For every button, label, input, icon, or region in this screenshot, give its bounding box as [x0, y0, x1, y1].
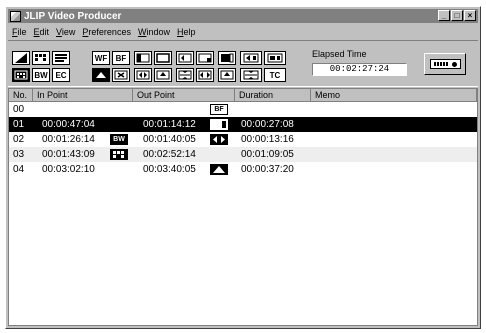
app-window: JLIP Video Producer _ □ × File Edit View…: [5, 6, 481, 329]
film-icon[interactable]: [12, 68, 30, 82]
effects-toolbar: WF BF BW EC TC Elapsed Time 00:02:27:24: [8, 40, 478, 87]
black-fade-tag: BF: [210, 104, 228, 115]
elapsed-time-label: Elapsed Time: [312, 49, 367, 59]
device-button[interactable]: [424, 53, 466, 75]
menu-file[interactable]: File: [12, 27, 27, 37]
scroll-icon[interactable]: [264, 51, 286, 65]
menu-view[interactable]: View: [56, 27, 75, 37]
menu-bar: File Edit View Preferences Window Help: [8, 25, 478, 39]
column-header-in-point[interactable]: In Point: [33, 89, 133, 102]
row-number: 04: [13, 164, 25, 175]
sepia-effect-icon: [210, 164, 228, 175]
duration: 00:00:13:16: [241, 134, 294, 145]
duration: 00:01:09:05: [241, 149, 294, 160]
in-point: 00:03:02:10: [42, 164, 95, 175]
mosaic-effect-icon: [110, 149, 128, 160]
elapsed-time-value: 00:02:27:24: [312, 63, 407, 76]
out-point: 00:02:52:14: [143, 149, 196, 160]
slide-up-icon[interactable]: [218, 68, 236, 82]
menu-edit[interactable]: Edit: [34, 27, 50, 37]
strobe-icon[interactable]: [52, 51, 70, 65]
column-header-duration[interactable]: Duration: [235, 89, 311, 102]
white-fade-button[interactable]: WF: [92, 51, 110, 65]
title-bar[interactable]: JLIP Video Producer _ □ ×: [8, 9, 478, 23]
out-point: 00:01:14:12: [143, 119, 196, 130]
effect-clear-button[interactable]: EC: [52, 68, 70, 82]
table-row[interactable]: 00 BF: [9, 102, 477, 117]
menu-help[interactable]: Help: [177, 27, 196, 37]
slide-in-icon[interactable]: [240, 51, 262, 65]
row-number: 03: [13, 149, 25, 160]
in-point: 00:01:43:09: [42, 149, 95, 160]
door-open-icon[interactable]: [134, 68, 152, 82]
randomizer-icon[interactable]: [112, 68, 130, 82]
wipe-door-icon[interactable]: [176, 51, 194, 65]
black-fade-button[interactable]: BF: [112, 51, 130, 65]
in-point: 00:01:26:14: [42, 134, 95, 145]
in-point: 00:00:47:04: [42, 119, 95, 130]
black-white-tag: BW: [110, 134, 128, 145]
column-header-no[interactable]: No.: [9, 89, 33, 102]
edit-list-table: No. In Point Out Point Duration Memo 00 …: [8, 88, 478, 326]
row-number: 00: [13, 104, 25, 115]
maximize-button[interactable]: □: [451, 10, 463, 21]
sepia-icon[interactable]: [92, 68, 110, 82]
minimize-button[interactable]: _: [438, 10, 450, 21]
column-header-out-point[interactable]: Out Point: [133, 89, 235, 102]
timecode-button[interactable]: TC: [264, 68, 286, 82]
out-point: 00:03:40:05: [143, 164, 196, 175]
window-title: JLIP Video Producer: [24, 10, 122, 22]
menu-window[interactable]: Window: [138, 27, 170, 37]
row-number: 02: [13, 134, 25, 145]
scroll-down-icon[interactable]: [176, 68, 194, 82]
table-row[interactable]: 03 00:01:43:09 00:02:52:14 00:01:09:05: [9, 147, 477, 162]
wipe-left-icon[interactable]: [134, 51, 152, 65]
menu-preferences[interactable]: Preferences: [82, 27, 131, 37]
wipe-square-icon[interactable]: [154, 51, 172, 65]
column-header-memo[interactable]: Memo: [311, 89, 477, 102]
black-white-button[interactable]: BW: [32, 68, 50, 82]
table-row[interactable]: 02 00:01:26:14 BW 00:01:40:05 00:00:13:1…: [9, 132, 477, 147]
table-header: No. In Point Out Point Duration Memo: [9, 89, 477, 102]
slide-effect-icon: [210, 119, 228, 130]
table-row[interactable]: 04 00:03:02:10 00:03:40:05 00:00:37:20: [9, 162, 477, 177]
close-button[interactable]: ×: [464, 10, 476, 21]
table-row[interactable]: 01 00:00:47:04 00:01:14:12 00:00:27:08: [9, 117, 477, 132]
vcr-icon: [430, 59, 461, 69]
slide-icon[interactable]: [218, 51, 236, 65]
duration: 00:00:27:08: [241, 119, 294, 130]
wipe-icon[interactable]: [12, 51, 30, 65]
scroll-up-icon[interactable]: [154, 68, 172, 82]
duration: 00:00:37:20: [241, 164, 294, 175]
row-number: 01: [13, 119, 25, 130]
door-effect-icon: [210, 134, 228, 145]
slide-down-icon[interactable]: [240, 68, 262, 82]
wipe-corner-icon[interactable]: [196, 51, 214, 65]
mosaic-icon[interactable]: [32, 51, 50, 65]
app-icon: [10, 10, 21, 22]
out-point: 00:01:40:05: [143, 134, 196, 145]
wipe-horizontal-icon[interactable]: [196, 68, 214, 82]
